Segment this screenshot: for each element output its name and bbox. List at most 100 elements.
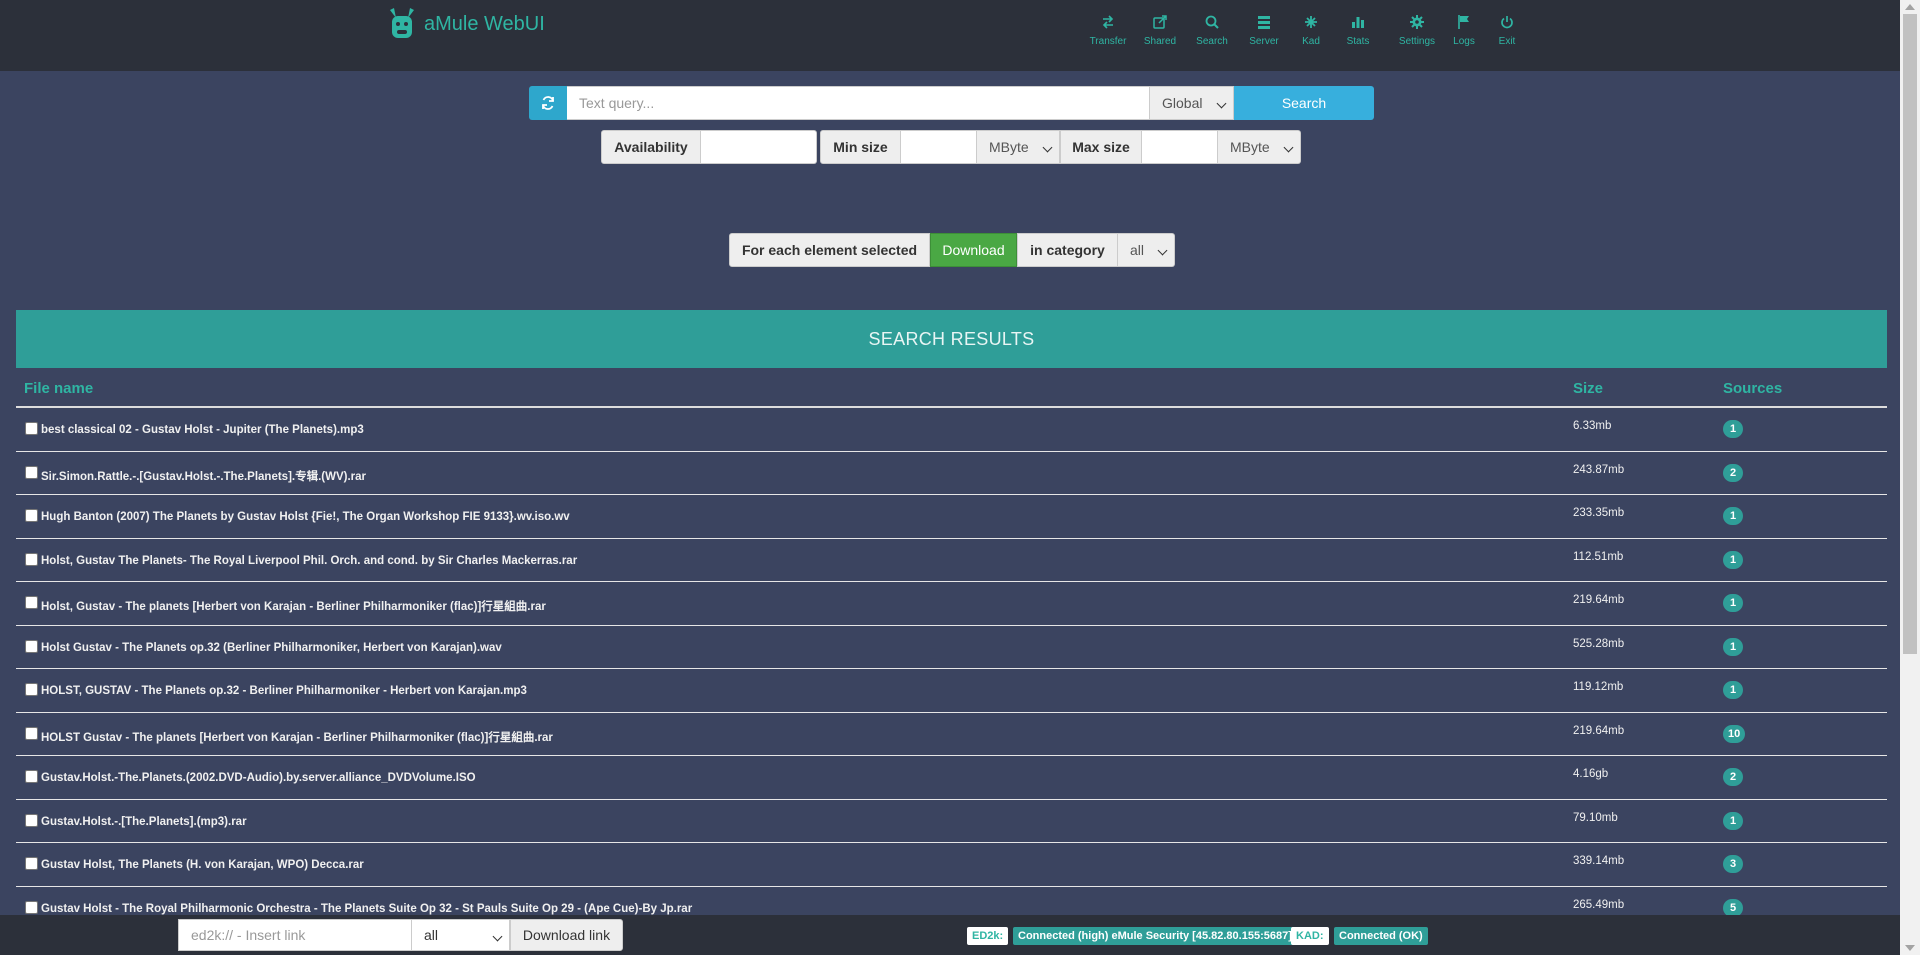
availability-label: Availability bbox=[601, 130, 701, 164]
app-logo[interactable]: aMule WebUI bbox=[386, 6, 545, 42]
row-checkbox[interactable] bbox=[25, 422, 38, 435]
row-checkbox[interactable] bbox=[25, 813, 38, 827]
row-checkbox[interactable] bbox=[25, 770, 38, 783]
file-size: 219.64mb bbox=[1573, 594, 1625, 606]
file-size: 219.64mb bbox=[1573, 724, 1625, 737]
file-name: Hugh Banton (2007) The Planets by Gustav… bbox=[41, 511, 570, 523]
table-row[interactable]: Hugh Banton (2007) The Planets by Gustav… bbox=[16, 495, 1887, 539]
table-row[interactable]: HOLST, GUSTAV - The Planets op.32 - Berl… bbox=[16, 669, 1887, 713]
nav-logs[interactable]: Logs bbox=[1444, 12, 1484, 47]
file-name: Holst Gustav - The Planets op.32 (Berlin… bbox=[41, 641, 502, 654]
nav-exit[interactable]: Exit bbox=[1487, 12, 1527, 47]
min-size-label: Min size bbox=[820, 130, 901, 164]
settings-icon bbox=[1407, 12, 1427, 32]
sources-badge: 1 bbox=[1723, 811, 1743, 830]
kad-status-badge: Connected (OK) bbox=[1334, 927, 1428, 945]
search-icon bbox=[1202, 12, 1222, 32]
mule-logo-icon bbox=[390, 8, 414, 38]
nav-kad-label: Kad bbox=[1302, 36, 1320, 47]
sources-badge: 2 bbox=[1723, 463, 1743, 482]
file-size: 339.14mb bbox=[1573, 855, 1625, 867]
search-results-title: SEARCH RESULTS bbox=[16, 310, 1887, 368]
ed2k-link-input[interactable]: ed2k:// - Insert link bbox=[178, 919, 412, 951]
column-file-name[interactable]: File name bbox=[24, 380, 93, 397]
nav-search[interactable]: Search bbox=[1187, 12, 1237, 47]
search-scope-value: Global bbox=[1162, 95, 1203, 111]
sources-badge: 1 bbox=[1723, 594, 1743, 612]
search-button[interactable]: Search bbox=[1234, 86, 1374, 120]
refresh-button[interactable] bbox=[529, 86, 567, 120]
min-size-input[interactable] bbox=[901, 130, 977, 164]
category-select[interactable]: all bbox=[1118, 233, 1175, 267]
search-query-input[interactable] bbox=[567, 86, 1150, 120]
scroll-down-icon[interactable] bbox=[1905, 945, 1915, 951]
nav-stats[interactable]: Stats bbox=[1333, 12, 1383, 47]
row-checkbox[interactable] bbox=[25, 596, 38, 609]
max-size-input[interactable] bbox=[1142, 130, 1218, 164]
column-sources[interactable]: Sources bbox=[1723, 380, 1782, 397]
for-each-selected-label: For each element selected bbox=[729, 233, 930, 267]
table-row[interactable]: Holst Gustav - The Planets op.32 (Berlin… bbox=[16, 626, 1887, 669]
file-size: 79.10mb bbox=[1573, 811, 1618, 824]
main-nav: Transfer Shared Search Server Kad Stats … bbox=[1075, 12, 1527, 47]
ed2k-label: ED2k: bbox=[967, 927, 1009, 945]
server-icon bbox=[1254, 12, 1274, 32]
nav-stats-label: Stats bbox=[1346, 36, 1370, 47]
scroll-up-icon[interactable] bbox=[1905, 4, 1915, 10]
scrollbar-thumb[interactable] bbox=[1903, 14, 1917, 654]
file-size: 233.35mb bbox=[1573, 507, 1625, 519]
file-name: Gustav.Holst.-.[The.Planets].(mp3).rar bbox=[41, 815, 247, 828]
table-row[interactable]: Sir.Simon.Rattle.-.[Gustav.Holst.-.The.P… bbox=[16, 452, 1887, 495]
in-category-label: in category bbox=[1017, 233, 1118, 267]
max-size-unit-select[interactable]: MByte bbox=[1218, 130, 1301, 164]
row-checkbox[interactable] bbox=[25, 857, 38, 870]
row-checkbox[interactable] bbox=[25, 900, 38, 914]
availability-input[interactable] bbox=[701, 130, 817, 164]
search-bar: Global Search bbox=[529, 86, 1374, 120]
share-icon bbox=[1150, 12, 1170, 32]
nav-transfer-label: Transfer bbox=[1089, 36, 1127, 47]
flag-icon bbox=[1454, 12, 1474, 32]
nav-server[interactable]: Server bbox=[1239, 12, 1289, 47]
results-table-body: best classical 02 - Gustav Holst - Jupit… bbox=[16, 408, 1887, 930]
row-checkbox[interactable] bbox=[25, 726, 38, 740]
sources-badge: 2 bbox=[1723, 768, 1743, 786]
file-size: 119.12mb bbox=[1573, 681, 1624, 693]
table-row[interactable]: Gustav.Holst.-.[The.Planets].(mp3).rar 7… bbox=[16, 800, 1887, 843]
search-scope-select[interactable]: Global bbox=[1150, 86, 1234, 120]
nav-shared[interactable]: Shared bbox=[1135, 12, 1185, 47]
table-row[interactable]: best classical 02 - Gustav Holst - Jupit… bbox=[16, 408, 1887, 452]
sources-badge: 1 bbox=[1723, 420, 1743, 438]
nav-shared-label: Shared bbox=[1143, 36, 1177, 47]
download-link-button[interactable]: Download link bbox=[510, 919, 623, 951]
table-row[interactable]: HOLST Gustav - The planets [Herbert von … bbox=[16, 713, 1887, 756]
row-checkbox[interactable] bbox=[25, 639, 38, 653]
download-selected-button[interactable]: Download bbox=[930, 233, 1017, 267]
page-scrollbar[interactable] bbox=[1900, 0, 1920, 955]
nav-transfer[interactable]: Transfer bbox=[1083, 12, 1133, 47]
link-category-select[interactable]: all bbox=[411, 919, 510, 951]
nav-settings[interactable]: Settings bbox=[1392, 12, 1442, 47]
table-row[interactable]: Holst, Gustav - The planets [Herbert von… bbox=[16, 582, 1887, 626]
bulk-action-bar: For each element selected Download in ca… bbox=[729, 233, 1175, 267]
nav-logs-label: Logs bbox=[1453, 36, 1475, 47]
stats-icon bbox=[1348, 12, 1368, 32]
app-title: aMule WebUI bbox=[424, 12, 545, 35]
nav-kad[interactable]: Kad bbox=[1291, 12, 1331, 47]
row-checkbox[interactable] bbox=[25, 465, 38, 479]
column-size[interactable]: Size bbox=[1573, 380, 1603, 397]
chevron-down-icon bbox=[1157, 245, 1168, 256]
table-row[interactable]: Holst, Gustav The Planets- The Royal Liv… bbox=[16, 539, 1887, 582]
min-size-unit-select[interactable]: MByte bbox=[977, 130, 1060, 164]
search-filters: Availability Min size MByte Max size MBy… bbox=[601, 130, 1301, 164]
table-row[interactable]: Gustav Holst, The Planets (H. von Karaja… bbox=[16, 843, 1887, 887]
table-row[interactable]: Gustav.Holst.-The.Planets.(2002.DVD-Audi… bbox=[16, 756, 1887, 800]
row-checkbox[interactable] bbox=[25, 552, 38, 566]
chevron-down-icon bbox=[1216, 98, 1227, 109]
min-size-unit-value: MByte bbox=[989, 139, 1029, 155]
file-size: 265.49mb bbox=[1573, 898, 1625, 911]
file-name: Gustav Holst, The Planets (H. von Karaja… bbox=[41, 859, 364, 871]
chevron-down-icon bbox=[492, 931, 503, 942]
row-checkbox[interactable] bbox=[25, 683, 38, 696]
row-checkbox[interactable] bbox=[25, 509, 38, 522]
